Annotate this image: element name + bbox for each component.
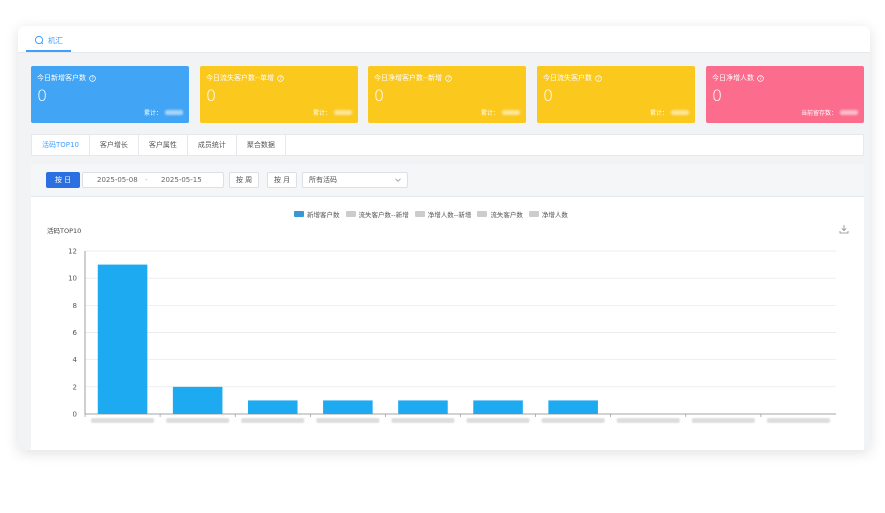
x-category-label-blurred [391, 418, 455, 423]
stat-card-new-customers: 今日新增客户数 ? 0 累计： [31, 66, 189, 123]
card-value: 0 [543, 86, 554, 105]
card-footer-label: 累计： [143, 110, 162, 117]
bar [473, 400, 523, 414]
card-footer-label: 累计： [649, 110, 668, 117]
tab-bar: 活码TOP10 客户增长 客户属性 成员统计 聚合数据 [31, 134, 864, 156]
x-category-label-blurred [91, 418, 155, 423]
card-title: 今日净增客户数--新增 [374, 74, 443, 82]
card-title: 今日净增人数 [712, 74, 754, 82]
bar [97, 264, 148, 414]
bar [247, 400, 298, 414]
x-category-label-blurred [166, 418, 230, 423]
help-icon[interactable]: ? [445, 74, 452, 82]
x-category-label-blurred [466, 418, 530, 423]
card-title: 今日新增客户数 [37, 74, 86, 82]
chart-panel: 按 日 2025-05-08 - 2025-05-15 按 周 按 月 所有活码… [31, 164, 864, 450]
tab-aggregate-data[interactable]: 聚合数据 [237, 135, 286, 155]
x-category-label-blurred [541, 418, 605, 423]
app-window: 机汇 今日新增客户数 ? 0 累计： 今日流失客户数--单增 ? 0 累计： 今… [18, 26, 870, 450]
tab-member-stats[interactable]: 成员统计 [188, 135, 237, 155]
card-value: 0 [37, 86, 48, 105]
card-footer-blurred-value [165, 110, 183, 115]
stat-card-lost-new: 今日流失客户数--单增 ? 0 累计： [200, 66, 358, 123]
x-category-label-blurred [316, 418, 380, 423]
y-tick-label: 12 [68, 248, 77, 256]
card-value: 0 [374, 86, 385, 105]
x-category-label-blurred [616, 418, 680, 423]
tab-customer-growth[interactable]: 客户增长 [90, 135, 139, 155]
stat-card-net-people: 今日净增人数 ? 0 当前留存数： [706, 66, 864, 123]
help-icon[interactable]: ? [595, 74, 602, 82]
card-value: 0 [712, 86, 723, 105]
card-footer-label: 累计： [480, 110, 499, 117]
stat-card-lost: 今日流失客户数 ? 0 累计： [537, 66, 695, 123]
app-tab[interactable]: 机汇 [26, 30, 71, 52]
bar [398, 400, 448, 414]
chat-icon [34, 35, 44, 45]
card-footer-blurred-value [334, 110, 352, 115]
y-tick-label: 0 [73, 411, 77, 419]
card-footer-blurred-value [671, 110, 689, 115]
y-tick-label: 4 [73, 356, 78, 364]
y-tick-label: 8 [73, 302, 77, 310]
bar [548, 400, 598, 414]
bar [172, 386, 223, 414]
bar-chart: 0 2 4 6 8 10 12 [68, 248, 836, 423]
app-tab-label: 机汇 [48, 35, 63, 45]
x-category-label-blurred [766, 418, 830, 423]
stat-card-net-new: 今日净增客户数--新增 ? 0 累计： [368, 66, 526, 123]
help-icon[interactable]: ? [277, 74, 284, 82]
y-tick-label: 10 [68, 275, 77, 283]
x-category-label-blurred [241, 418, 305, 423]
card-footer-blurred-value [840, 110, 858, 115]
tab-customer-attributes[interactable]: 客户属性 [139, 135, 188, 155]
y-tick-label: 2 [73, 383, 77, 391]
bar [323, 400, 373, 414]
card-title: 今日流失客户数--单增 [206, 74, 275, 82]
card-value: 0 [206, 86, 217, 105]
tab-top10[interactable]: 活码TOP10 [32, 135, 90, 155]
top-bar: 机汇 [18, 26, 870, 53]
card-footer-label: 累计： [312, 110, 331, 117]
x-category-label-blurred [691, 418, 755, 423]
card-title: 今日流失客户数 [543, 74, 592, 82]
card-footer-label: 当前留存数： [800, 110, 837, 117]
y-tick-label: 6 [73, 329, 78, 337]
card-footer-blurred-value [502, 110, 520, 115]
help-icon[interactable]: ? [89, 74, 96, 82]
help-icon[interactable]: ? [757, 74, 764, 82]
